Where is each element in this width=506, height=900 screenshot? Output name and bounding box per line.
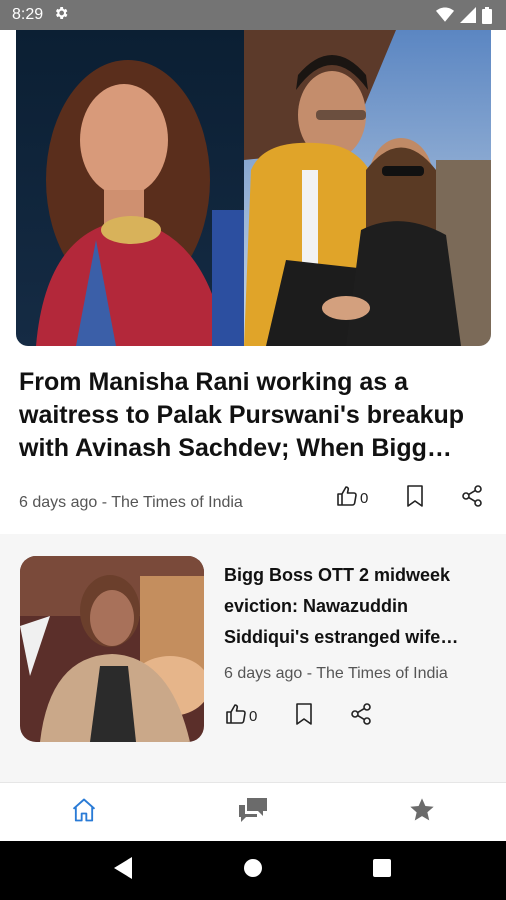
settings-icon bbox=[53, 5, 69, 26]
star-icon bbox=[408, 796, 436, 829]
share-button[interactable] bbox=[349, 702, 373, 731]
like-count: 0 bbox=[360, 490, 369, 507]
chat-icon bbox=[237, 796, 269, 829]
home-circle-icon bbox=[243, 858, 263, 883]
bookmark-button[interactable] bbox=[293, 702, 315, 731]
card-meta: 6 days ago - The Times of India bbox=[224, 665, 448, 682]
status-time: 8:29 bbox=[12, 6, 44, 23]
hero-image[interactable] bbox=[16, 30, 491, 346]
signal-icon bbox=[460, 7, 476, 23]
thumbs-up-icon bbox=[335, 484, 359, 513]
bookmark-icon bbox=[404, 484, 426, 513]
status-right bbox=[436, 6, 492, 24]
system-back-button[interactable] bbox=[104, 851, 144, 891]
share-icon bbox=[349, 702, 373, 731]
thumbs-up-icon bbox=[224, 702, 248, 731]
system-home-button[interactable] bbox=[233, 851, 273, 891]
status-left: 8:29 bbox=[12, 5, 69, 26]
recents-icon bbox=[372, 859, 391, 882]
like-button[interactable]: 0 bbox=[335, 484, 368, 513]
nav-favorites[interactable] bbox=[392, 788, 452, 838]
home-icon bbox=[70, 796, 98, 829]
hero-actions: 0 bbox=[335, 484, 484, 513]
hero-title[interactable]: From Manisha Rani working as a waitress … bbox=[19, 366, 489, 465]
bookmark-button[interactable] bbox=[404, 484, 426, 513]
system-recents-button[interactable] bbox=[362, 851, 402, 891]
share-button[interactable] bbox=[460, 484, 484, 513]
card-title[interactable]: Bigg Boss OTT 2 midweek eviction: Nawazu… bbox=[224, 560, 486, 653]
share-icon bbox=[460, 484, 484, 513]
battery-icon bbox=[482, 6, 492, 24]
system-nav bbox=[0, 841, 506, 900]
nav-home[interactable] bbox=[54, 788, 114, 838]
nav-chat[interactable] bbox=[223, 788, 283, 838]
wifi-icon bbox=[436, 7, 454, 23]
card-image[interactable] bbox=[20, 556, 204, 742]
like-count: 0 bbox=[249, 708, 258, 725]
back-icon bbox=[114, 857, 134, 884]
card-actions: 0 bbox=[224, 702, 373, 731]
like-button[interactable]: 0 bbox=[224, 702, 257, 731]
bottom-nav bbox=[0, 782, 506, 842]
hero-meta: 6 days ago - The Times of India bbox=[19, 494, 243, 511]
status-bar: 8:29 bbox=[0, 0, 506, 30]
bookmark-icon bbox=[293, 702, 315, 731]
